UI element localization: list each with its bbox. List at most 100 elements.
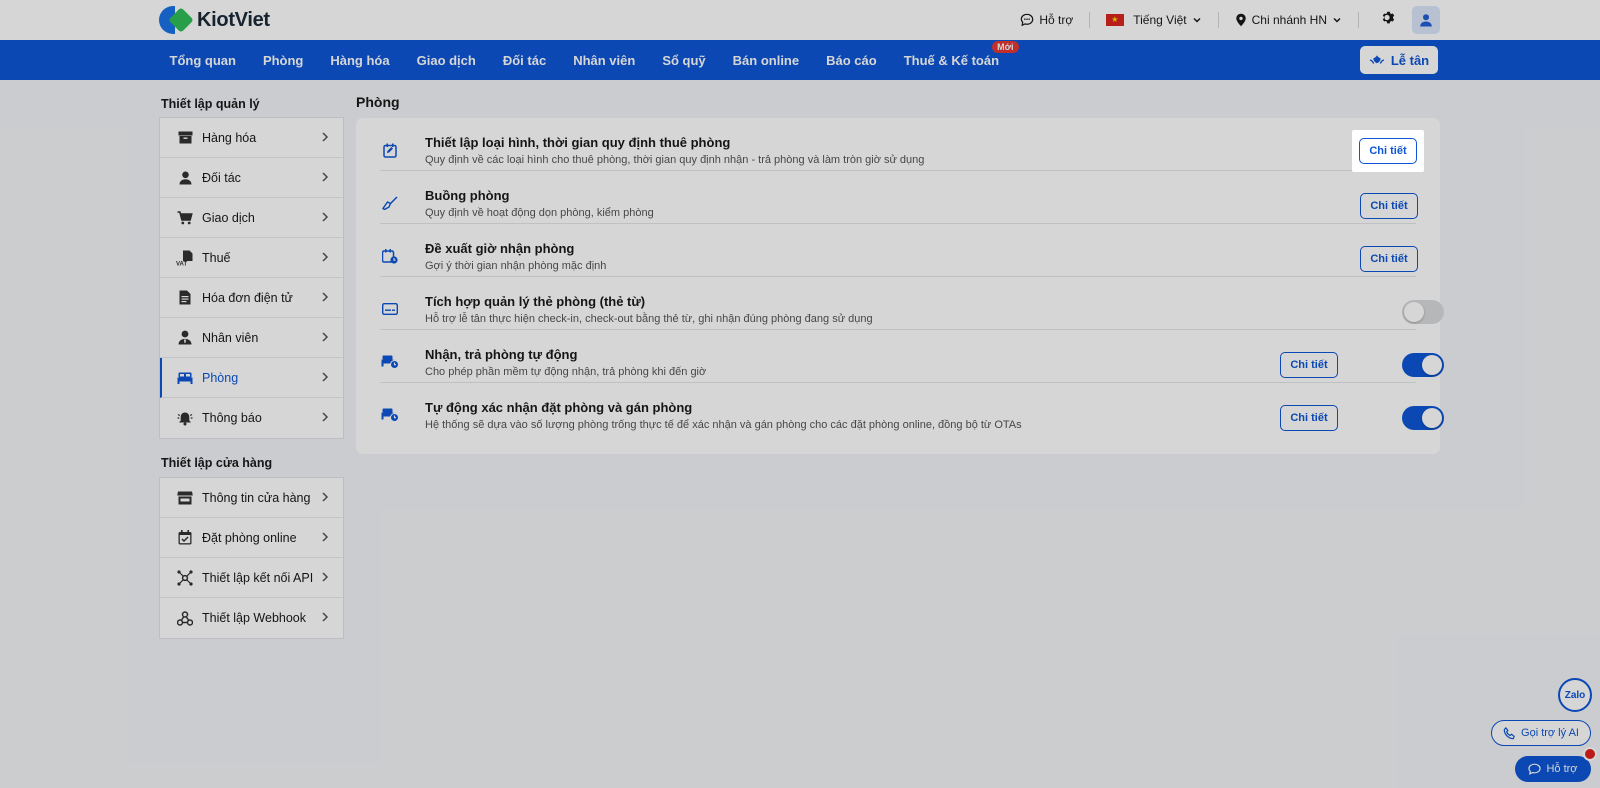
kiotviet-logo-icon: [159, 6, 194, 34]
setting-row-rental-types: Thiết lập loại hình, thời gian quy định …: [380, 118, 1416, 171]
keycard-toggle[interactable]: [1402, 300, 1444, 324]
gear-icon[interactable]: [1359, 10, 1406, 30]
sidebar-item-label: Thiết lập Webhook: [202, 611, 306, 625]
sidebar-item-label: Giao dịch: [202, 210, 255, 225]
nav-item-staff[interactable]: Nhân viên: [560, 53, 649, 68]
setting-title: Buồng phòng: [425, 188, 510, 203]
help-chat-button[interactable]: Hỗ trợ: [1515, 756, 1591, 782]
nav-item-rooms[interactable]: Phòng: [249, 53, 316, 68]
setting-row-checkin-suggestion: Đề xuất giờ nhận phòng Gợi ý thời gian n…: [380, 224, 1418, 277]
sidebar-item-notifications[interactable]: Thông báo: [160, 398, 343, 438]
cart-icon: [176, 210, 194, 226]
nav-item-partners[interactable]: Đối tác: [489, 53, 559, 68]
chevron-right-icon: [321, 291, 331, 303]
svg-text:VAT: VAT: [176, 261, 187, 266]
auto-checkin-detail-button[interactable]: Chi tiết: [1280, 352, 1338, 378]
chevron-right-icon: [321, 571, 331, 583]
setting-row-keycard: Tích hợp quản lý thẻ phòng (thẻ từ) Hỗ t…: [380, 277, 1444, 330]
sidebar-item-online-booking[interactable]: Đặt phòng online: [160, 518, 343, 558]
setting-description: Cho phép phần mềm tự động nhận, trả phòn…: [425, 366, 707, 378]
store-settings-menu: Thông tin cửa hàng Đặt phòng online Thiế…: [159, 477, 344, 639]
api-icon: [176, 569, 194, 586]
auto-confirm-booking-detail-button[interactable]: Chi tiết: [1280, 405, 1338, 431]
bed-icon: [176, 370, 194, 386]
user-avatar[interactable]: [1412, 6, 1440, 34]
sidebar-item-label: Nhân viên: [202, 330, 259, 345]
auto-checkin-toggle[interactable]: [1402, 353, 1444, 377]
invoice-icon: [176, 290, 194, 306]
nav-item-reports[interactable]: Báo cáo: [813, 53, 891, 68]
housekeeping-detail-button[interactable]: Chi tiết: [1360, 193, 1418, 219]
calendar-edit-icon: [380, 140, 400, 160]
sidebar-item-label: Phòng: [202, 370, 239, 385]
setting-title: Nhận, trả phòng tự động: [425, 347, 578, 362]
webhook-icon: [176, 610, 194, 626]
zalo-chat-button[interactable]: Zalo: [1558, 678, 1592, 712]
chevron-right-icon: [321, 331, 331, 343]
sidebar-item-goods[interactable]: Hàng hóa: [160, 118, 343, 158]
chat-icon: [1528, 763, 1542, 775]
chevron-down-icon: [1193, 17, 1201, 23]
chevron-right-icon: [321, 211, 331, 223]
room-settings-panel: Thiết lập loại hình, thời gian quy định …: [356, 118, 1444, 454]
nav-item-tax-accounting[interactable]: Thuế & Kế toán Mới: [890, 40, 1019, 68]
setting-title: Đề xuất giờ nhận phòng: [425, 241, 575, 256]
chevron-right-icon: [321, 611, 331, 623]
spotlight-highlight: Chi tiết: [1352, 130, 1424, 172]
brand-name: KiotViet: [197, 8, 270, 31]
sidebar-item-partners[interactable]: Đối tác: [160, 158, 343, 198]
nav-item-tax-accounting-label: Thuế & Kế toán: [903, 52, 1000, 68]
nav-item-goods[interactable]: Hàng hóa: [317, 53, 403, 68]
chevron-right-icon: [321, 371, 331, 383]
sidebar-item-webhook[interactable]: Thiết lập Webhook: [160, 598, 343, 638]
brand-logo[interactable]: KiotViet: [159, 6, 270, 34]
sidebar-item-label: Đối tác: [202, 170, 241, 185]
new-badge: Mới: [992, 40, 1019, 53]
language-label: Tiếng Việt: [1133, 13, 1187, 27]
sidebar-item-label: Hàng hóa: [202, 130, 257, 145]
sidebar-item-tax[interactable]: VAT Thuế: [160, 238, 343, 278]
nav-item-transactions[interactable]: Giao dịch: [403, 53, 489, 68]
page-title: Phòng: [356, 94, 400, 110]
chevron-right-icon: [321, 531, 331, 543]
chevron-right-icon: [321, 411, 331, 423]
support-link[interactable]: Hỗ trợ: [1004, 0, 1089, 40]
setting-title: Tự động xác nhận đặt phòng và gán phòng: [425, 400, 693, 415]
bed-auto-icon: [380, 405, 400, 425]
nav-item-overview[interactable]: Tổng quan: [156, 53, 249, 68]
sidebar-item-rooms[interactable]: Phòng: [160, 358, 343, 398]
sidebar-item-staff[interactable]: Nhân viên: [160, 318, 343, 358]
reception-button[interactable]: Lễ tân: [1360, 46, 1438, 74]
store-icon: [176, 490, 194, 506]
sidebar-item-store-info[interactable]: Thông tin cửa hàng: [160, 478, 343, 518]
setting-description: Quy định về hoạt động dọn phòng, kiểm ph…: [425, 207, 654, 219]
bell-icon: [176, 410, 194, 426]
language-selector[interactable]: Tiếng Việt: [1090, 0, 1217, 40]
sidebar-item-e-invoice[interactable]: Hóa đơn điện tử: [160, 278, 343, 318]
location-pin-icon: [1235, 13, 1246, 27]
chevron-right-icon: [321, 251, 331, 263]
nav-item-online-sales[interactable]: Bán online: [719, 53, 812, 68]
checkin-suggestion-detail-button[interactable]: Chi tiết: [1360, 246, 1418, 272]
sidebar-item-api-connection[interactable]: Thiết lập kết nối API: [160, 558, 343, 598]
bed-auto-icon: [380, 352, 400, 372]
person-icon: [176, 170, 194, 186]
setting-row-auto-checkin: Nhận, trả phòng tự động Cho phép phần mề…: [380, 330, 1444, 383]
rental-types-detail-button[interactable]: Chi tiết: [1359, 138, 1417, 164]
chevron-right-icon: [321, 171, 331, 183]
sidebar-item-label: Thông báo: [202, 411, 262, 425]
branch-selector[interactable]: Chi nhánh HN: [1219, 0, 1358, 40]
chevron-right-icon: [321, 491, 331, 503]
keycard-icon: [380, 299, 400, 319]
setting-title: Thiết lập loại hình, thời gian quy định …: [425, 135, 731, 150]
nav-item-cashbook[interactable]: Sổ quỹ: [649, 53, 719, 68]
auto-confirm-booking-toggle[interactable]: [1402, 406, 1444, 430]
branch-label: Chi nhánh HN: [1251, 13, 1327, 27]
management-settings-heading: Thiết lập quản lý: [161, 97, 260, 111]
ai-assistant-button[interactable]: Gọi trợ lý AI: [1491, 720, 1591, 746]
sidebar-item-transactions[interactable]: Giao dịch: [160, 198, 343, 238]
phone-icon: [1503, 726, 1515, 739]
sidebar-item-label: Thông tin cửa hàng: [202, 490, 311, 505]
sidebar-item-label: Thuế: [202, 250, 231, 265]
setting-description: Gợi ý thời gian nhận phòng mặc định: [425, 260, 607, 272]
